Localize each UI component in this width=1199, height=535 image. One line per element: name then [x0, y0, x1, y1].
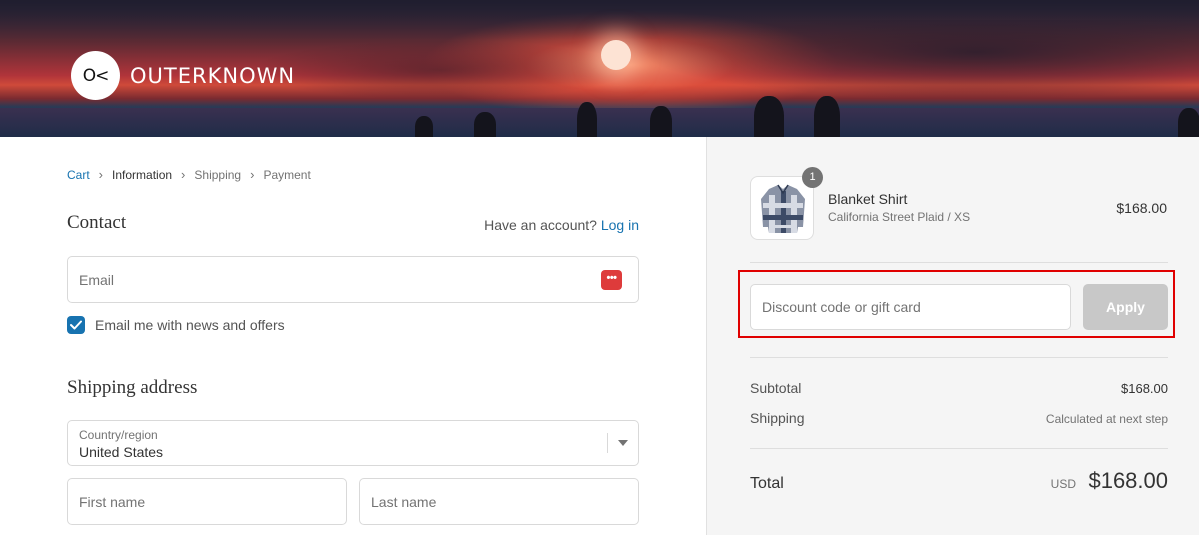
newsletter-label: Email me with news and offers — [95, 317, 285, 333]
shipping-address-heading: Shipping address — [67, 377, 198, 398]
first-name-field[interactable]: First name — [67, 478, 347, 525]
currency-code: USD — [1050, 477, 1077, 491]
quantity-badge: 1 — [802, 167, 823, 188]
chevron-right-icon: › — [98, 167, 104, 182]
login-link[interactable]: Log in — [601, 217, 639, 233]
logo-mark: O< — [71, 51, 120, 100]
product-variant: California Street Plaid / XS — [828, 210, 971, 224]
logo-text: OUTERKNOWN — [130, 63, 296, 88]
hero-banner: O< OUTERKNOWN — [0, 0, 1199, 137]
subtotal-row: Subtotal $168.00 — [750, 380, 1168, 396]
breadcrumb-information: Information — [112, 167, 173, 182]
discount-placeholder: Discount code or gift card — [762, 299, 921, 315]
subtotal-value: $168.00 — [1121, 381, 1168, 396]
chevron-right-icon: › — [181, 167, 186, 182]
product-thumbnail — [750, 176, 814, 240]
plaid-shirt-icon — [761, 184, 805, 233]
shipping-label: Shipping — [750, 410, 805, 426]
password-manager-icon[interactable]: ••• — [601, 270, 622, 290]
subtotal-label: Subtotal — [750, 380, 802, 396]
checkmark-icon — [70, 320, 82, 330]
email-placeholder: Email — [79, 271, 115, 288]
product-price: $168.00 — [1116, 200, 1167, 216]
breadcrumb-payment: Payment — [263, 167, 311, 182]
total-row: Total USD $168.00 — [750, 468, 1168, 494]
account-prompt-text: Have an account? — [484, 217, 597, 233]
country-value: United States — [79, 444, 164, 460]
shipping-row: Shipping Calculated at next step — [750, 410, 1168, 426]
last-name-field[interactable]: Last name — [359, 478, 639, 525]
chevron-right-icon: › — [250, 167, 255, 182]
total-label: Total — [750, 475, 784, 492]
breadcrumb-cart[interactable]: Cart — [67, 168, 90, 182]
divider — [750, 262, 1168, 263]
first-name-placeholder: First name — [79, 493, 146, 510]
shipping-value: Calculated at next step — [1045, 412, 1168, 426]
contact-heading: Contact — [67, 212, 127, 233]
country-select[interactable]: Country/region United States — [67, 420, 639, 466]
sun-image — [601, 40, 631, 70]
discount-code-input[interactable]: Discount code or gift card — [750, 284, 1071, 330]
email-field[interactable]: Email ••• — [67, 256, 639, 303]
divider — [750, 448, 1168, 449]
last-name-placeholder: Last name — [371, 493, 437, 510]
breadcrumb: Cart › Information › Shipping › Payment — [67, 167, 311, 182]
chevron-down-icon — [618, 440, 628, 446]
newsletter-option[interactable]: Email me with news and offers — [67, 316, 285, 334]
apply-discount-button[interactable]: Apply — [1083, 284, 1168, 330]
product-name: Blanket Shirt — [828, 191, 908, 207]
country-label: Country/region — [79, 428, 158, 442]
checkout-main: Cart › Information › Shipping › Payment … — [0, 137, 706, 535]
breadcrumb-shipping: Shipping — [194, 167, 242, 182]
brand-logo[interactable]: O< OUTERKNOWN — [71, 51, 295, 100]
order-summary: 1 Blanket Shirt California Street Plaid … — [706, 137, 1199, 535]
total-value: $168.00 — [1088, 468, 1168, 493]
divider — [750, 357, 1168, 358]
account-prompt: Have an account? Log in — [484, 217, 639, 233]
newsletter-checkbox[interactable] — [67, 316, 85, 334]
